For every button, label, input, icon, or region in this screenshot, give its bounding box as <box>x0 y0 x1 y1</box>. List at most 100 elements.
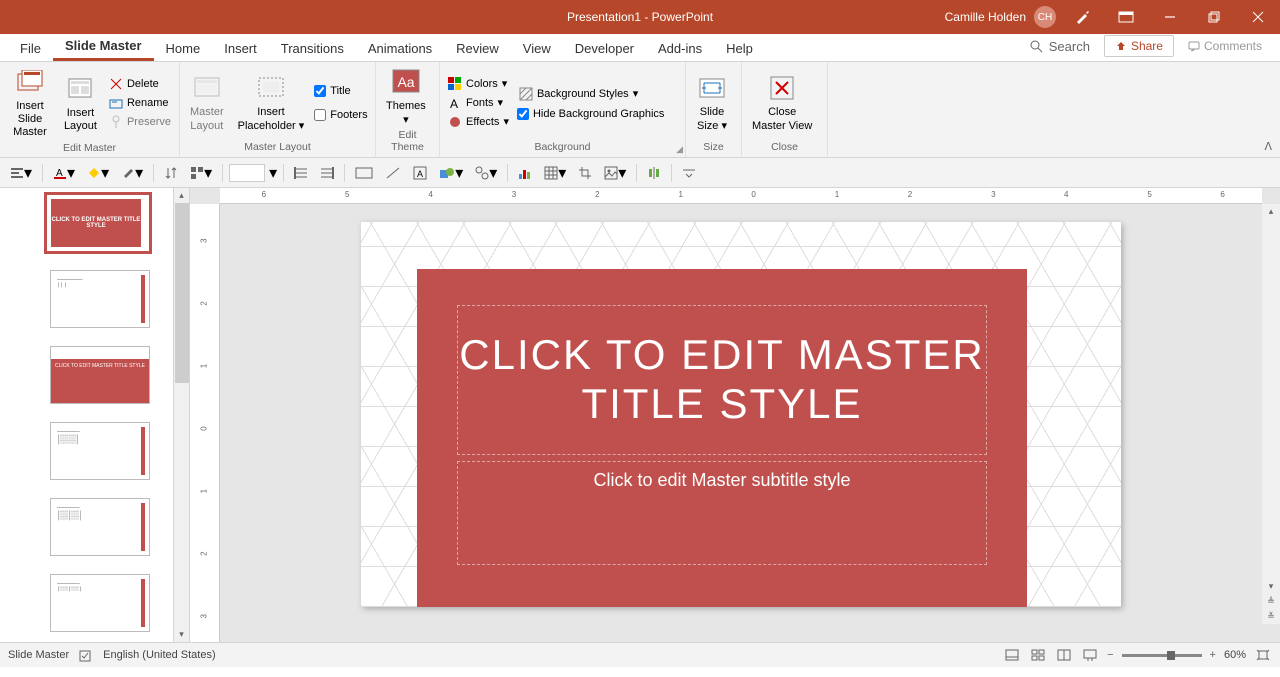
scroll-down-icon[interactable]: ▾ <box>179 629 184 640</box>
hide-background-checkbox[interactable]: Hide Background Graphics <box>517 108 664 120</box>
effects-button[interactable]: Effects ▾ <box>446 114 511 130</box>
font-size-input[interactable] <box>229 164 265 182</box>
minimize-button[interactable] <box>1152 0 1188 34</box>
share-button[interactable]: Share <box>1104 35 1174 57</box>
thumbnail-scrollbar[interactable]: ▴▾ <box>173 188 189 642</box>
smartart-button[interactable]: ▾ <box>471 161 501 185</box>
effects-icon <box>448 115 462 129</box>
master-title-placeholder[interactable]: CLICK TO EDIT MASTER TITLE STYLE <box>457 305 987 455</box>
bgstyles-icon <box>519 87 533 101</box>
layout-thumbnail-1[interactable]: ─────────│ │ │ <box>50 270 150 328</box>
crop-button[interactable] <box>574 164 596 182</box>
normal-view-button[interactable] <box>1003 647 1021 663</box>
align-menu[interactable]: ▾ <box>6 161 36 185</box>
zoom-level[interactable]: 60% <box>1224 649 1246 661</box>
background-styles-button[interactable]: Background Styles ▾ <box>517 86 664 102</box>
sort-button[interactable] <box>160 164 182 182</box>
zoom-slider[interactable] <box>1122 654 1202 657</box>
group-label-close: Close <box>748 141 821 155</box>
ribbon-display-icon[interactable] <box>1108 0 1144 34</box>
insert-placeholder-button[interactable]: Insert Placeholder ▾ <box>234 70 309 134</box>
align-left-button[interactable] <box>290 165 312 181</box>
tab-file[interactable]: File <box>8 36 53 61</box>
tab-home[interactable]: Home <box>154 36 213 61</box>
master-layout-button[interactable]: Master Layout <box>186 70 228 134</box>
canvas-area[interactable]: CLICK TO EDIT MASTER TITLE STYLE Click t… <box>220 204 1262 624</box>
tab-slide-master[interactable]: Slide Master <box>53 33 154 61</box>
zoom-out-button[interactable]: − <box>1107 649 1113 661</box>
user-name: Camille Holden <box>945 10 1026 24</box>
collapse-ribbon-icon[interactable]: ᐱ <box>1264 140 1272 153</box>
slideshow-view-button[interactable] <box>1081 647 1099 663</box>
master-subtitle-placeholder[interactable]: Click to edit Master subtitle style <box>457 461 987 565</box>
textbox-button[interactable]: A <box>409 164 431 182</box>
canvas-scrollbar[interactable]: ▴▾ ≜ ≚ <box>1262 204 1280 624</box>
tab-help[interactable]: Help <box>714 36 765 61</box>
comments-button[interactable]: Comments <box>1188 39 1262 53</box>
autosave-icon[interactable] <box>1064 0 1100 34</box>
title-checkbox[interactable]: Title <box>314 85 367 97</box>
tab-developer[interactable]: Developer <box>563 36 646 61</box>
layout-thumbnail-3[interactable]: ────────│░░░░░░││░░░░░░│ <box>50 422 150 480</box>
svg-text:Aa: Aa <box>397 74 414 90</box>
fill-color-button[interactable]: ▾ <box>83 161 113 185</box>
layout-thumbnail-5[interactable]: ────────│░░░│░░░│ <box>50 574 150 632</box>
workspace: CLICK TO EDIT MASTER TITLE STYLE ───────… <box>0 188 1280 642</box>
more-button[interactable] <box>678 166 700 180</box>
tab-review[interactable]: Review <box>444 36 511 61</box>
doc-name: Presentation1 <box>567 10 641 24</box>
close-button[interactable] <box>1240 0 1276 34</box>
user-avatar[interactable]: CH <box>1034 6 1056 28</box>
status-mode: Slide Master <box>8 649 69 661</box>
slide-size-button[interactable]: Slide Size ▾ <box>692 70 732 134</box>
next-slide-button[interactable]: ≚ <box>1267 609 1275 624</box>
rectangle-shape-button[interactable] <box>351 165 377 181</box>
maximize-button[interactable] <box>1196 0 1232 34</box>
shapes-button[interactable]: ▾ <box>435 161 467 185</box>
search-box[interactable]: Search <box>1029 39 1090 54</box>
rename-button[interactable]: Rename <box>107 95 173 111</box>
distribute-button[interactable] <box>643 164 665 182</box>
tab-transitions[interactable]: Transitions <box>269 36 356 61</box>
sorter-view-button[interactable] <box>1029 647 1047 663</box>
close-master-view-button[interactable]: Close Master View <box>748 70 816 134</box>
fit-window-button[interactable] <box>1254 647 1272 663</box>
colors-button[interactable]: Colors ▾ <box>446 76 511 92</box>
table-button[interactable]: ▾ <box>540 161 570 185</box>
selection-pane-button[interactable]: ▾ <box>186 161 216 185</box>
ribbon: Insert Slide Master Insert Layout Delete… <box>0 62 1280 158</box>
align-right-button[interactable] <box>316 165 338 181</box>
zoom-in-button[interactable]: + <box>1210 649 1216 661</box>
scroll-up-icon[interactable]: ▴ <box>179 190 184 201</box>
status-language[interactable]: English (United States) <box>103 649 216 661</box>
highlight-button[interactable]: ▾ <box>117 161 147 185</box>
fonts-button[interactable]: AFonts ▾ <box>446 95 511 111</box>
reading-view-button[interactable] <box>1055 647 1073 663</box>
group-label-edit-master: Edit Master <box>6 142 173 156</box>
svg-text:A: A <box>450 97 458 110</box>
picture-button[interactable]: ▾ <box>600 161 630 185</box>
footers-checkbox[interactable]: Footers <box>314 109 367 121</box>
insert-slide-master-button[interactable]: Insert Slide Master <box>6 64 54 142</box>
tab-view[interactable]: View <box>511 36 563 61</box>
chart-button[interactable] <box>514 164 536 182</box>
font-color-button[interactable]: A▾ <box>49 161 79 185</box>
insert-layout-button[interactable]: Insert Layout <box>60 71 101 135</box>
background-launcher-icon[interactable]: ◢ <box>676 144 683 155</box>
tab-animations[interactable]: Animations <box>356 36 444 61</box>
slide-master-thumbnail[interactable]: CLICK TO EDIT MASTER TITLE STYLE <box>46 194 150 252</box>
line-shape-button[interactable] <box>381 164 405 182</box>
preserve-button[interactable]: Preserve <box>107 114 173 130</box>
slide[interactable]: CLICK TO EDIT MASTER TITLE STYLE Click t… <box>361 222 1121 607</box>
search-icon <box>1029 39 1043 53</box>
spellcheck-icon[interactable] <box>79 648 93 662</box>
delete-button[interactable]: Delete <box>107 76 173 92</box>
tab-insert[interactable]: Insert <box>212 36 269 61</box>
layout-thumbnail-4[interactable]: ────────│░░░│░░░││░░░│░░░│ <box>50 498 150 556</box>
prev-slide-button[interactable]: ≜ <box>1267 594 1275 609</box>
layout-thumbnail-2[interactable]: CLICK TO EDIT MASTER TITLE STYLE <box>50 346 150 404</box>
themes-button[interactable]: AaThemes▾ <box>382 64 430 128</box>
group-label-background: Background <box>446 141 679 155</box>
tab-addins[interactable]: Add-ins <box>646 36 714 61</box>
share-icon <box>1115 40 1127 52</box>
